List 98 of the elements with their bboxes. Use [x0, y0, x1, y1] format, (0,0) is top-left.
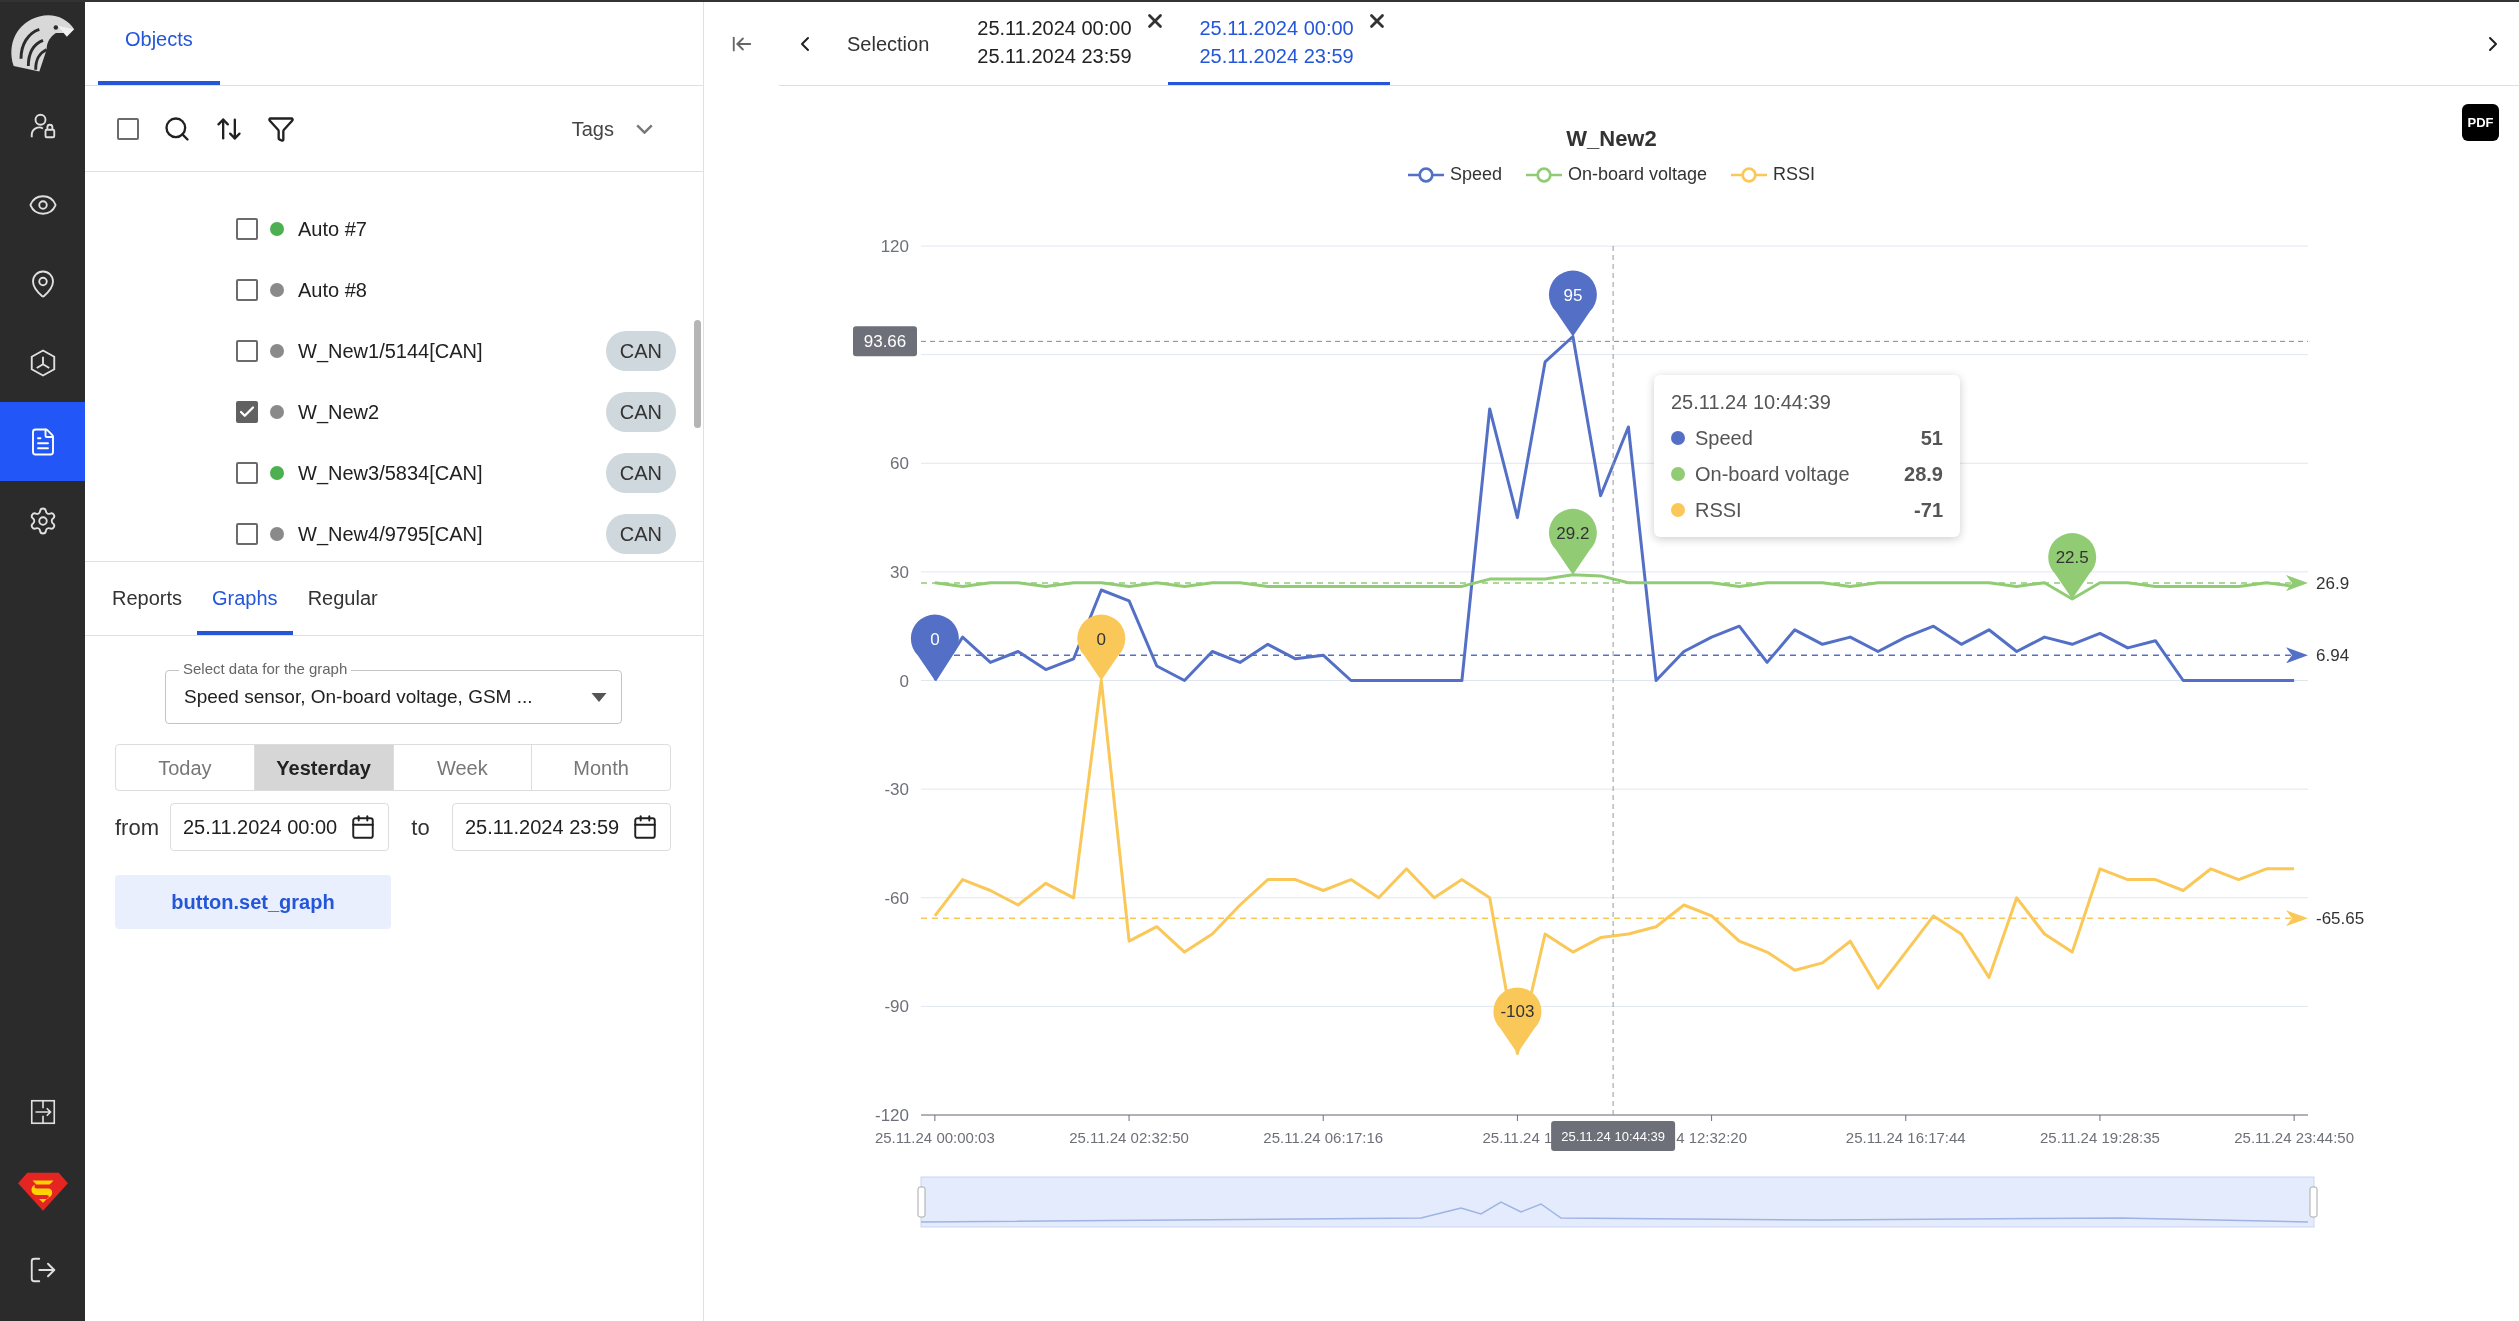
object-row[interactable]: W_New3/5834[CAN] CAN: [85, 442, 703, 503]
y-axis-label: -90: [884, 997, 909, 1017]
annotation: 22.5: [2055, 548, 2089, 568]
tooltip-value: 28.9: [1904, 462, 1943, 487]
object-name: Auto #7: [298, 216, 367, 242]
x-axis-label: 25.11.24 06:17:16: [1263, 1129, 1384, 1146]
tooltip-value: 51: [1920, 426, 1943, 451]
legend-line-icon: [1525, 165, 1562, 184]
tags-dropdown[interactable]: Tags: [571, 113, 653, 144]
annotation: -103: [1500, 1002, 1535, 1022]
value-pin: 22.5: [2048, 533, 2097, 600]
legend-item[interactable]: Speed: [1407, 161, 1502, 188]
value-pin: 29.2: [1548, 508, 1597, 575]
object-name: W_New3/5834[CAN]: [298, 460, 483, 487]
value-pin: 0: [1077, 614, 1126, 681]
checkbox[interactable]: [117, 117, 139, 140]
checkbox[interactable]: [236, 278, 258, 301]
x-axis-label: 25.11.24 19:28:35: [2040, 1129, 2160, 1146]
legend-item[interactable]: RSSI: [1731, 161, 1816, 188]
period-option[interactable]: Yesterday: [253, 745, 393, 790]
nav-item[interactable]: [0, 402, 85, 481]
object-name: W_New2: [298, 399, 380, 426]
object-row[interactable]: W_New2 CAN: [85, 381, 703, 442]
x-axis-label: 25.11.24 16:17:44: [1845, 1129, 1966, 1146]
tag-chip: CAN: [605, 391, 676, 432]
y-axis-label: 60: [890, 454, 909, 474]
value-pin: 95: [1548, 270, 1597, 337]
y-axis-label: 120: [880, 237, 909, 256]
checkbox[interactable]: [236, 461, 258, 484]
object-row[interactable]: Auto #7: [85, 198, 703, 259]
tag-chip: CAN: [605, 513, 676, 554]
period-tab[interactable]: 25.11.2024 00:00 25.11.2024 23:59: [945, 2, 1168, 85]
date-field[interactable]: 25.11.2024 00:00: [170, 803, 389, 851]
ref-line-label: 93.66: [863, 332, 907, 352]
y-axis-label: -60: [884, 888, 909, 908]
tag-chip: CAN: [605, 452, 676, 493]
object-row[interactable]: W_New4/9795[CAN] CAN: [85, 503, 703, 561]
dropdown-caret-icon: [591, 692, 607, 702]
annotation: 0: [1096, 629, 1107, 649]
object-row[interactable]: Auto #8: [85, 259, 703, 320]
legend-line-icon: [1407, 165, 1444, 184]
annotation: 29.2: [1556, 523, 1590, 543]
chevron-down-icon: [636, 123, 653, 134]
annotation: 95: [1563, 285, 1583, 305]
range-slider[interactable]: [917, 1176, 2318, 1228]
tab[interactable]: Regular: [292, 562, 393, 635]
value-pin: -103: [1493, 987, 1542, 1054]
tooltip-value: -71: [1914, 498, 1943, 523]
object-row[interactable]: W_New1/5144[CAN] CAN: [85, 320, 703, 381]
tab[interactable]: Graphs: [197, 562, 293, 635]
period-tab[interactable]: 25.11.2024 00:00 25.11.2024 23:59: [1167, 2, 1390, 85]
object-name: Auto #8: [298, 277, 367, 303]
period-option[interactable]: Week: [392, 745, 532, 790]
object-name: W_New4/9795[CAN]: [298, 521, 483, 548]
x-axis-label: 4 12:32:20: [1676, 1129, 1748, 1146]
tooltip-series: Speed: [1695, 426, 1753, 451]
period-option[interactable]: Month: [531, 745, 670, 790]
x-axis-label: 25.11.24 02:32:50: [1069, 1129, 1189, 1146]
checkbox[interactable]: [236, 400, 258, 423]
date-field[interactable]: 25.11.2024 23:59: [452, 803, 671, 851]
tooltip-series: On-board voltage: [1695, 462, 1850, 487]
selection-label: Selection: [846, 31, 931, 57]
y-axis-label: 0: [899, 671, 909, 691]
y-axis-label: -120: [874, 1106, 909, 1125]
tab[interactable]: Reports: [97, 562, 198, 635]
legend-item[interactable]: On-board voltage: [1525, 161, 1708, 188]
scrollbar[interactable]: [694, 320, 701, 428]
crosshair-label: 25.11.24 10:44:39: [1551, 1121, 1676, 1151]
filter-icon[interactable]: [267, 114, 295, 143]
to-label: to: [411, 813, 430, 842]
y-axis-label: -30: [884, 780, 909, 800]
average-label: 6.94: [2316, 646, 2350, 666]
calendar-icon[interactable]: [350, 814, 376, 840]
search-icon[interactable]: [163, 114, 191, 143]
tag-chip: CAN: [605, 330, 676, 371]
object-name: W_New1/5144[CAN]: [298, 338, 483, 365]
checkbox[interactable]: [236, 522, 258, 545]
period-option[interactable]: Today: [116, 745, 254, 790]
checkbox[interactable]: [236, 217, 258, 240]
average-label: 26.9: [2316, 574, 2350, 594]
value-pin: 0: [910, 614, 959, 681]
chart-title: W_New2: [1566, 125, 1657, 153]
pdf-button[interactable]: PDF: [2462, 104, 2499, 141]
y-pointer-label: 93.66: [853, 326, 917, 357]
y-axis-label: 30: [890, 562, 909, 582]
checkbox[interactable]: [236, 339, 258, 362]
x-axis-label: 25.11.24 00:00:03: [874, 1129, 995, 1146]
average-label: -65.65: [2316, 909, 2365, 929]
tooltip-series: RSSI: [1695, 498, 1742, 523]
annotation: 0: [930, 629, 940, 649]
legend-line-icon: [1731, 165, 1768, 184]
tab[interactable]: Objects: [98, 2, 220, 85]
calendar-icon[interactable]: [632, 814, 658, 840]
x-axis-label: 25.11.24 23:44:50: [2234, 1129, 2355, 1146]
from-label: from: [115, 813, 159, 842]
tooltip-title: 25.11.24 10:44:39: [1671, 390, 1832, 415]
set-graph-button[interactable]: button.set_graph: [115, 875, 391, 929]
field-value: Speed sensor, On-board voltage, GSM ...: [184, 684, 533, 709]
